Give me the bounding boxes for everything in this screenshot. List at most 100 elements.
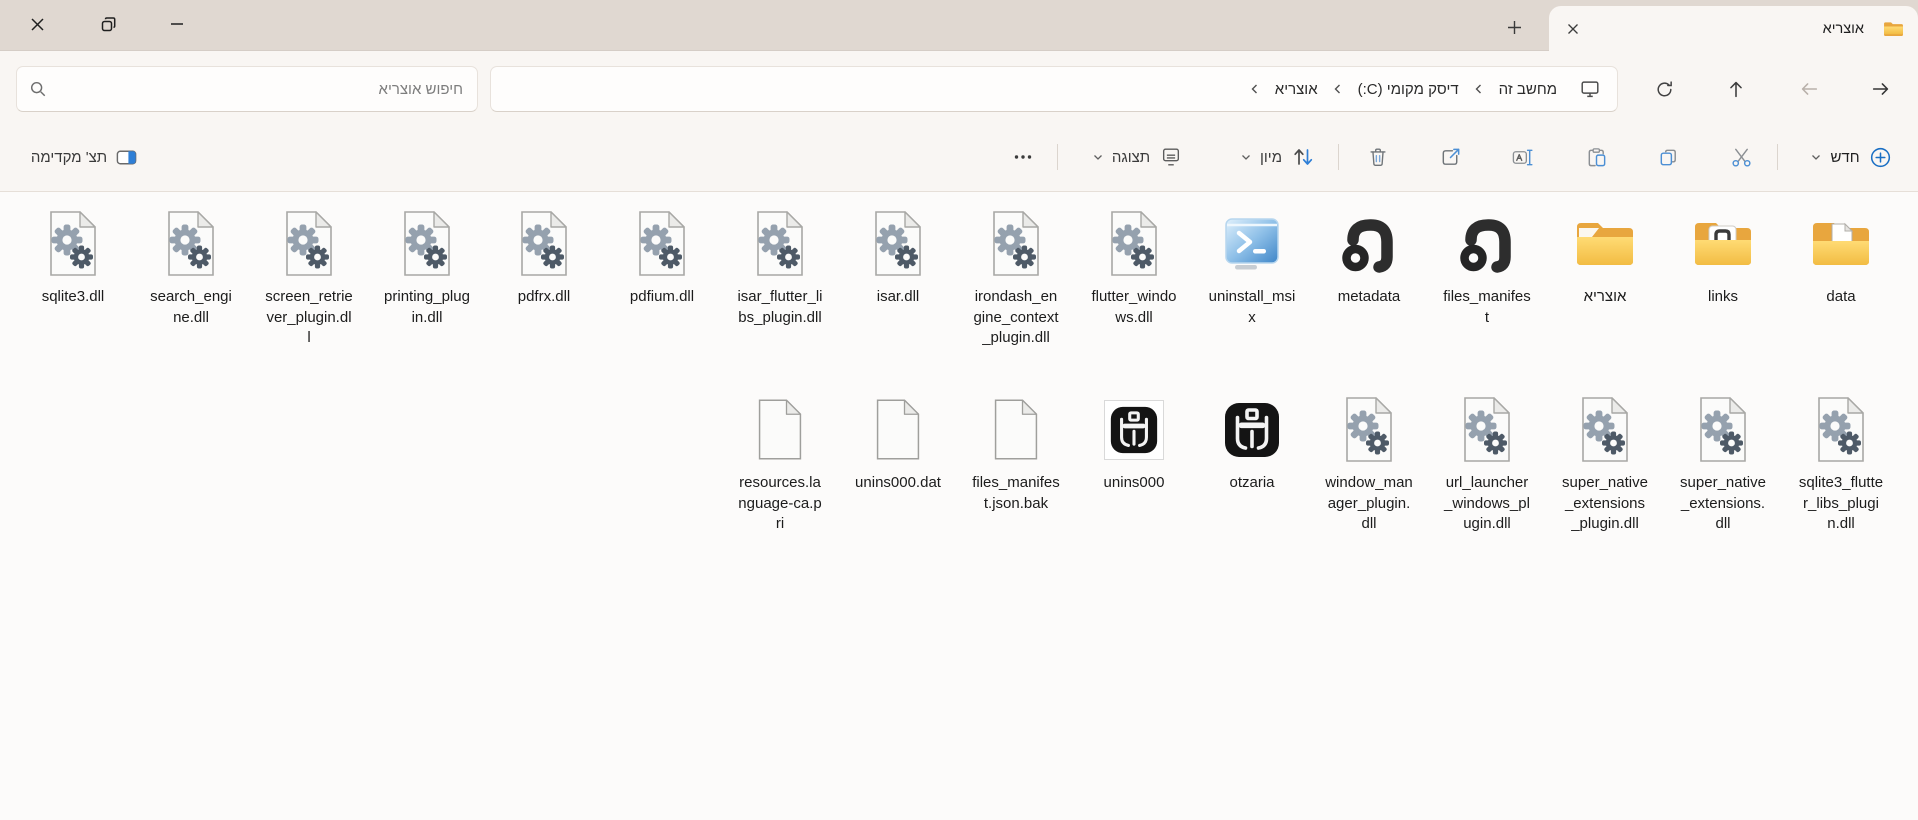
share-icon [1439, 146, 1462, 169]
nav-up-button[interactable] [1717, 70, 1755, 108]
file-item[interactable]: resources.language-ca.pri [721, 394, 839, 535]
folder-links-icon [1692, 218, 1754, 270]
file-item[interactable]: pdfrx.dll [485, 208, 603, 308]
nav-back-button[interactable] [1862, 70, 1900, 108]
share-button[interactable] [1432, 138, 1468, 176]
dll-file-icon [1813, 396, 1869, 464]
window-minimize-button[interactable] [157, 4, 197, 44]
file-item[interactable]: isar.dll [839, 208, 957, 308]
tab-otzaria[interactable]: אוצריא [1549, 6, 1918, 51]
arrow-right-icon [1870, 78, 1892, 100]
nav-forward-button[interactable] [1790, 70, 1828, 108]
file-icon [516, 208, 572, 280]
file-item[interactable]: flutter_windows.dll [1075, 208, 1193, 328]
file-icon [1577, 394, 1633, 466]
copy-button[interactable] [1650, 138, 1686, 176]
file-label: isar_flutter_libs_plugin.dll [736, 287, 824, 328]
dll-file-icon [1341, 396, 1397, 464]
file-label: sqlite3_flutter_libs_plugin.dll [1797, 473, 1885, 535]
file-label: links [1679, 287, 1767, 308]
file-item[interactable]: isar_flutter_libs_plugin.dll [721, 208, 839, 328]
files-area[interactable]: sqlite3.dll search_ [0, 192, 1918, 820]
close-icon [30, 17, 45, 32]
folder-data-icon [1810, 218, 1872, 270]
restore-icon [100, 16, 117, 33]
file-icon [1340, 208, 1398, 280]
file-icon [1810, 208, 1872, 280]
rename-button[interactable] [1504, 138, 1540, 176]
file-item[interactable]: otzaria [1193, 394, 1311, 494]
nav-refresh-button[interactable] [1645, 70, 1683, 108]
address-bar[interactable]: מחשב זה דיסק מקומי (C:) אוצריא [490, 66, 1618, 112]
file-icon [988, 208, 1044, 280]
new-label: חדש [1824, 149, 1865, 166]
chevron-down-icon [1240, 151, 1252, 163]
file-item[interactable]: data [1782, 208, 1900, 308]
preview-pane-toggle[interactable]: תצ' מקדימה [18, 138, 146, 176]
breadcrumb-local-disk-c[interactable]: דיסק מקומי (C:) [1350, 77, 1467, 102]
new-plus-icon [1868, 144, 1894, 170]
chevron-left-icon[interactable] [1471, 83, 1487, 95]
file-label: files_manifest [1443, 287, 1531, 328]
sort-button[interactable]: מיון [1224, 138, 1332, 176]
monitor-icon [1579, 78, 1601, 100]
new-button[interactable]: חדש [1794, 138, 1910, 176]
window-restore-button[interactable] [88, 4, 128, 44]
file-item[interactable]: window_manager_plugin.dll [1310, 394, 1428, 535]
file-item[interactable]: links [1664, 208, 1782, 308]
file-item[interactable]: pdfium.dll [603, 208, 721, 308]
file-icon [1224, 394, 1280, 466]
new-tab-button[interactable] [1497, 11, 1531, 43]
blank-file-icon [872, 396, 924, 464]
dll-file-icon [988, 210, 1044, 278]
view-button[interactable]: תצוגה [1076, 138, 1200, 176]
search-input[interactable] [57, 80, 465, 99]
dll-file-icon [1577, 396, 1633, 464]
tab-close-button[interactable] [1559, 15, 1587, 43]
file-item[interactable]: irondash_engine_context_plugin.dll [957, 208, 1075, 349]
file-item[interactable]: uninstall_msix [1193, 208, 1311, 328]
sort-label: מיון [1254, 149, 1288, 166]
file-item[interactable]: super_native_extensions_plugin.dll [1546, 394, 1664, 535]
file-item[interactable]: unins000.dat [839, 394, 957, 494]
file-label: flutter_windows.dll [1090, 287, 1178, 328]
delete-button[interactable] [1360, 138, 1396, 176]
window-close-button[interactable] [17, 4, 57, 44]
file-item[interactable]: אוצריא [1546, 208, 1664, 308]
file-item[interactable]: metadata [1310, 208, 1428, 308]
breadcrumb-otzaria[interactable]: אוצריא [1267, 77, 1326, 102]
search-icon [29, 80, 47, 98]
file-label: metadata [1325, 287, 1413, 308]
see-more-button[interactable] [1005, 138, 1041, 176]
plus-icon [1506, 19, 1523, 36]
file-icon [752, 208, 808, 280]
ellipsis-icon [1013, 147, 1033, 167]
chevron-left-icon[interactable] [1247, 83, 1263, 95]
file-item[interactable]: search_engine.dll [132, 208, 250, 328]
dll-file-icon [752, 210, 808, 278]
file-item[interactable]: sqlite3_flutter_libs_plugin.dll [1782, 394, 1900, 535]
file-item[interactable]: files_manifest.json.bak [957, 394, 1075, 514]
otzaria-app-icon [1224, 402, 1280, 458]
cut-button[interactable] [1723, 138, 1759, 176]
file-icon [990, 394, 1042, 466]
copy-icon [1657, 146, 1680, 169]
file-item[interactable]: printing_plugin.dll [368, 208, 486, 328]
file-item[interactable]: url_launcher_windows_plugin.dll [1428, 394, 1546, 535]
file-icon [1813, 394, 1869, 466]
paste-button[interactable] [1578, 138, 1614, 176]
file-item[interactable]: sqlite3.dll [14, 208, 132, 308]
titlebar: אוצריא [0, 0, 1918, 51]
file-item[interactable]: screen_retriever_plugin.dll [250, 208, 368, 349]
file-item[interactable]: files_manifest [1428, 208, 1546, 328]
scroll-icon [1458, 215, 1516, 273]
file-item[interactable]: super_native_extensions.dll [1664, 394, 1782, 535]
chevron-left-icon[interactable] [1330, 83, 1346, 95]
search-box [16, 66, 478, 112]
dll-file-icon [634, 210, 690, 278]
file-icon [1459, 394, 1515, 466]
file-item[interactable]: unins000 [1075, 394, 1193, 494]
file-icon [399, 208, 455, 280]
file-label: sqlite3.dll [29, 287, 117, 308]
breadcrumb-this-pc[interactable]: מחשב זה [1491, 77, 1565, 102]
